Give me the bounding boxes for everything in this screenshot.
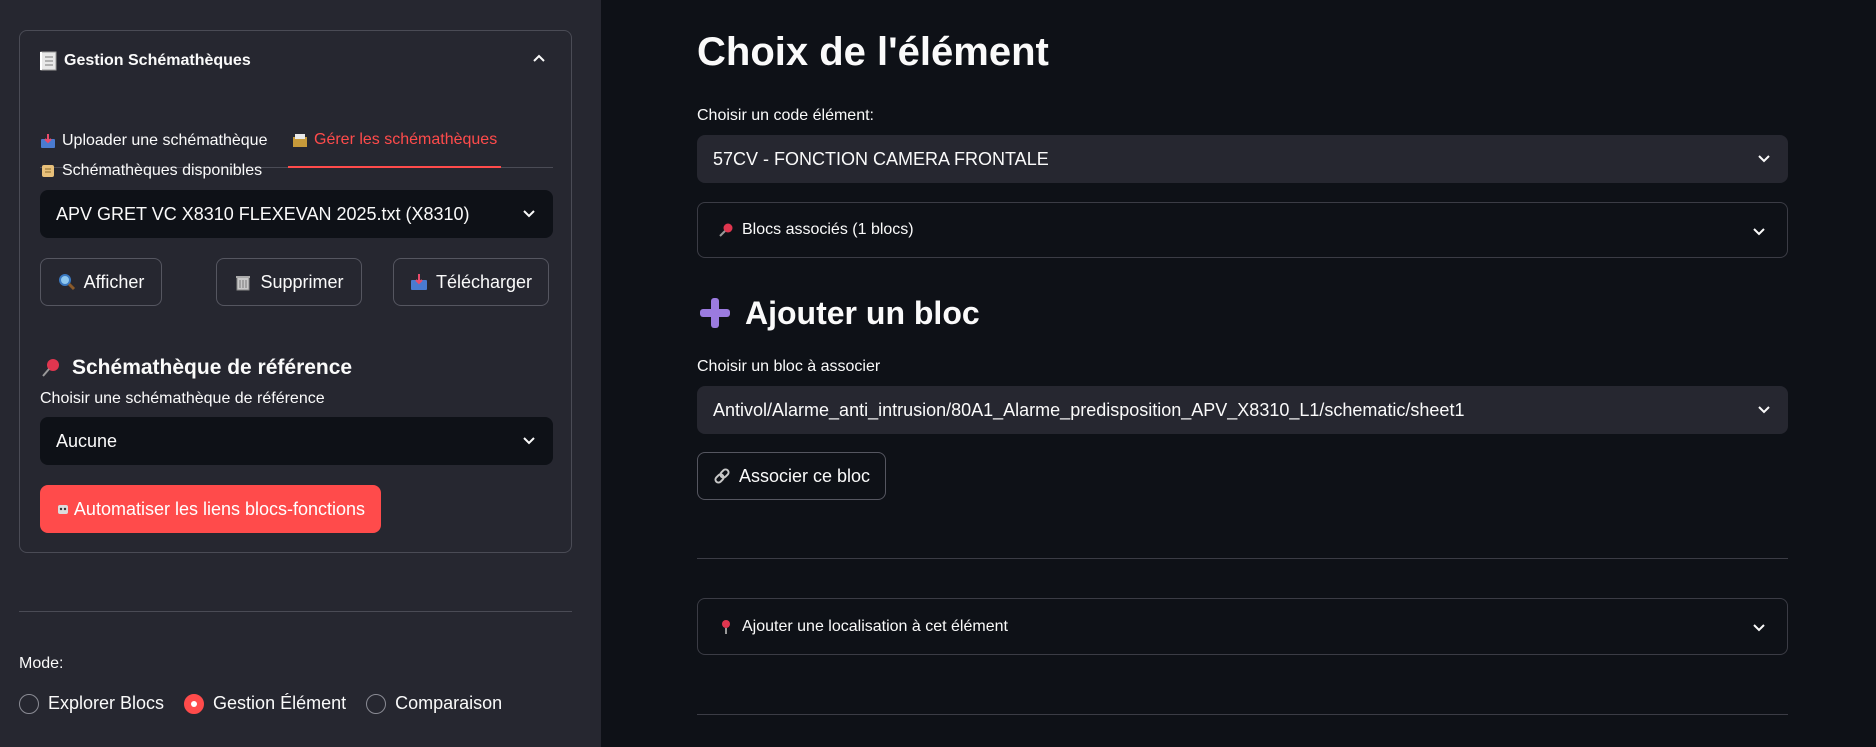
robot-icon <box>56 502 70 516</box>
reference-schematic-select[interactable]: Aucune <box>40 417 553 465</box>
reference-schematic-label: Choisir une schémathèque de référence <box>40 390 325 407</box>
element-code-value: 57CV - FONCTION CAMERA FRONTALE <box>713 148 1049 169</box>
delete-button[interactable]: Supprimer <box>216 258 362 306</box>
automate-links-label: Automatiser les liens blocs-fonctions <box>73 498 366 519</box>
block-select[interactable]: Antivol/Alarme_anti_intrusion/80A1_Alarm… <box>697 386 1788 434</box>
chevron-up-icon[interactable] <box>531 51 547 72</box>
available-schematics-select[interactable]: APV GRET VC X8310 FLEXEVAN 2025.txt (X83… <box>40 190 553 238</box>
tab-manage[interactable]: Gérer les schémathèques <box>288 121 501 168</box>
scroll-icon <box>40 163 56 179</box>
mode-option-compare[interactable]: Comparaison <box>366 693 502 714</box>
chevron-down-icon <box>1756 401 1772 422</box>
radio-button[interactable] <box>19 693 39 714</box>
inbox-tray-icon <box>410 273 428 291</box>
main-divider-2 <box>697 714 1788 715</box>
mode-option-label: Explorer Blocs <box>48 693 165 713</box>
chevron-down-icon <box>1751 223 1767 244</box>
element-code-select[interactable]: 57CV - FONCTION CAMERA FRONTALE <box>697 135 1788 183</box>
add-block-title: Ajouter un bloc <box>745 294 980 331</box>
pushpin-icon <box>718 222 734 238</box>
available-schematics-label: Schémathèques disponibles <box>62 162 263 179</box>
block-select-value: Antivol/Alarme_anti_intrusion/80A1_Alarm… <box>713 399 1465 420</box>
mode-option-explore[interactable]: Explorer Blocs <box>19 693 164 714</box>
reference-schematic-title: Schémathèque de référence <box>72 356 353 379</box>
mode-option-label: Gestion Élément <box>213 693 347 713</box>
show-button[interactable]: Afficher <box>40 258 162 306</box>
mode-label: Mode: <box>19 655 64 672</box>
associated-blocks-label: Blocs associés (1 blocs) <box>742 221 914 238</box>
chevron-down-icon <box>1751 619 1767 640</box>
round-pushpin-icon <box>718 619 734 635</box>
radio-button[interactable] <box>366 693 387 714</box>
wastebasket-icon <box>234 273 252 291</box>
delete-button-label: Supprimer <box>260 271 344 292</box>
reference-schematic-heading: Schémathèque de référence <box>40 353 352 383</box>
schematics-expander-title: Gestion Schémathèques <box>64 52 251 69</box>
associated-blocks-expander[interactable]: Blocs associés (1 blocs) <box>697 202 1788 258</box>
chevron-down-icon <box>1756 150 1772 171</box>
add-location-label: Ajouter une localisation à cet élément <box>742 617 1008 635</box>
chevron-down-icon <box>521 432 537 453</box>
element-code-label: Choisir un code élément: <box>697 107 874 124</box>
inbox-tray-icon <box>40 133 56 149</box>
available-schematics-label-row: Schémathèques disponibles <box>40 159 262 183</box>
reference-schematic-value: Aucune <box>56 430 118 451</box>
mode-option-label: Comparaison <box>395 693 503 713</box>
chevron-down-icon <box>521 205 537 226</box>
associate-block-label: Associer ce bloc <box>738 465 871 486</box>
schematics-expander-header[interactable]: Gestion Schémathèques <box>40 47 551 75</box>
notepad-icon <box>40 51 58 71</box>
plus-icon <box>697 295 733 331</box>
available-schematics-value: APV GRET VC X8310 FLEXEVAN 2025.txt (X83… <box>56 203 470 224</box>
download-button[interactable]: Télécharger <box>393 258 549 306</box>
card-file-box-icon <box>292 132 308 148</box>
radio-button-selected[interactable] <box>184 693 205 714</box>
sidebar-divider <box>19 611 572 612</box>
main-content: Choix de l'élément Choisir un code éléme… <box>601 0 1876 747</box>
magnifier-icon <box>58 273 76 291</box>
schematics-expander: Gestion Schémathèques Uploader une schém… <box>19 30 572 553</box>
automate-links-button[interactable]: Automatiser les liens blocs-fonctions <box>40 485 381 533</box>
download-button-label: Télécharger <box>435 271 533 292</box>
main-divider-1 <box>697 558 1788 559</box>
add-location-expander[interactable]: Ajouter une localisation à cet élément <box>697 598 1788 655</box>
mode-radio-group: Explorer Blocs Gestion Élément Comparais… <box>19 693 522 714</box>
tab-upload-label: Uploader une schémathèque <box>62 131 268 149</box>
show-button-label: Afficher <box>83 271 145 292</box>
page-title: Choix de l'élément <box>697 30 1049 74</box>
add-block-heading: Ajouter un bloc <box>697 290 980 336</box>
sidebar: Gestion Schémathèques Uploader une schém… <box>0 0 601 747</box>
link-icon <box>713 467 731 485</box>
tab-manage-label: Gérer les schémathèques <box>314 130 498 148</box>
mode-option-element[interactable]: Gestion Élément <box>184 693 346 714</box>
block-select-label: Choisir un bloc à associer <box>697 358 881 375</box>
pushpin-icon <box>40 357 62 379</box>
associate-block-button[interactable]: Associer ce bloc <box>697 452 886 500</box>
